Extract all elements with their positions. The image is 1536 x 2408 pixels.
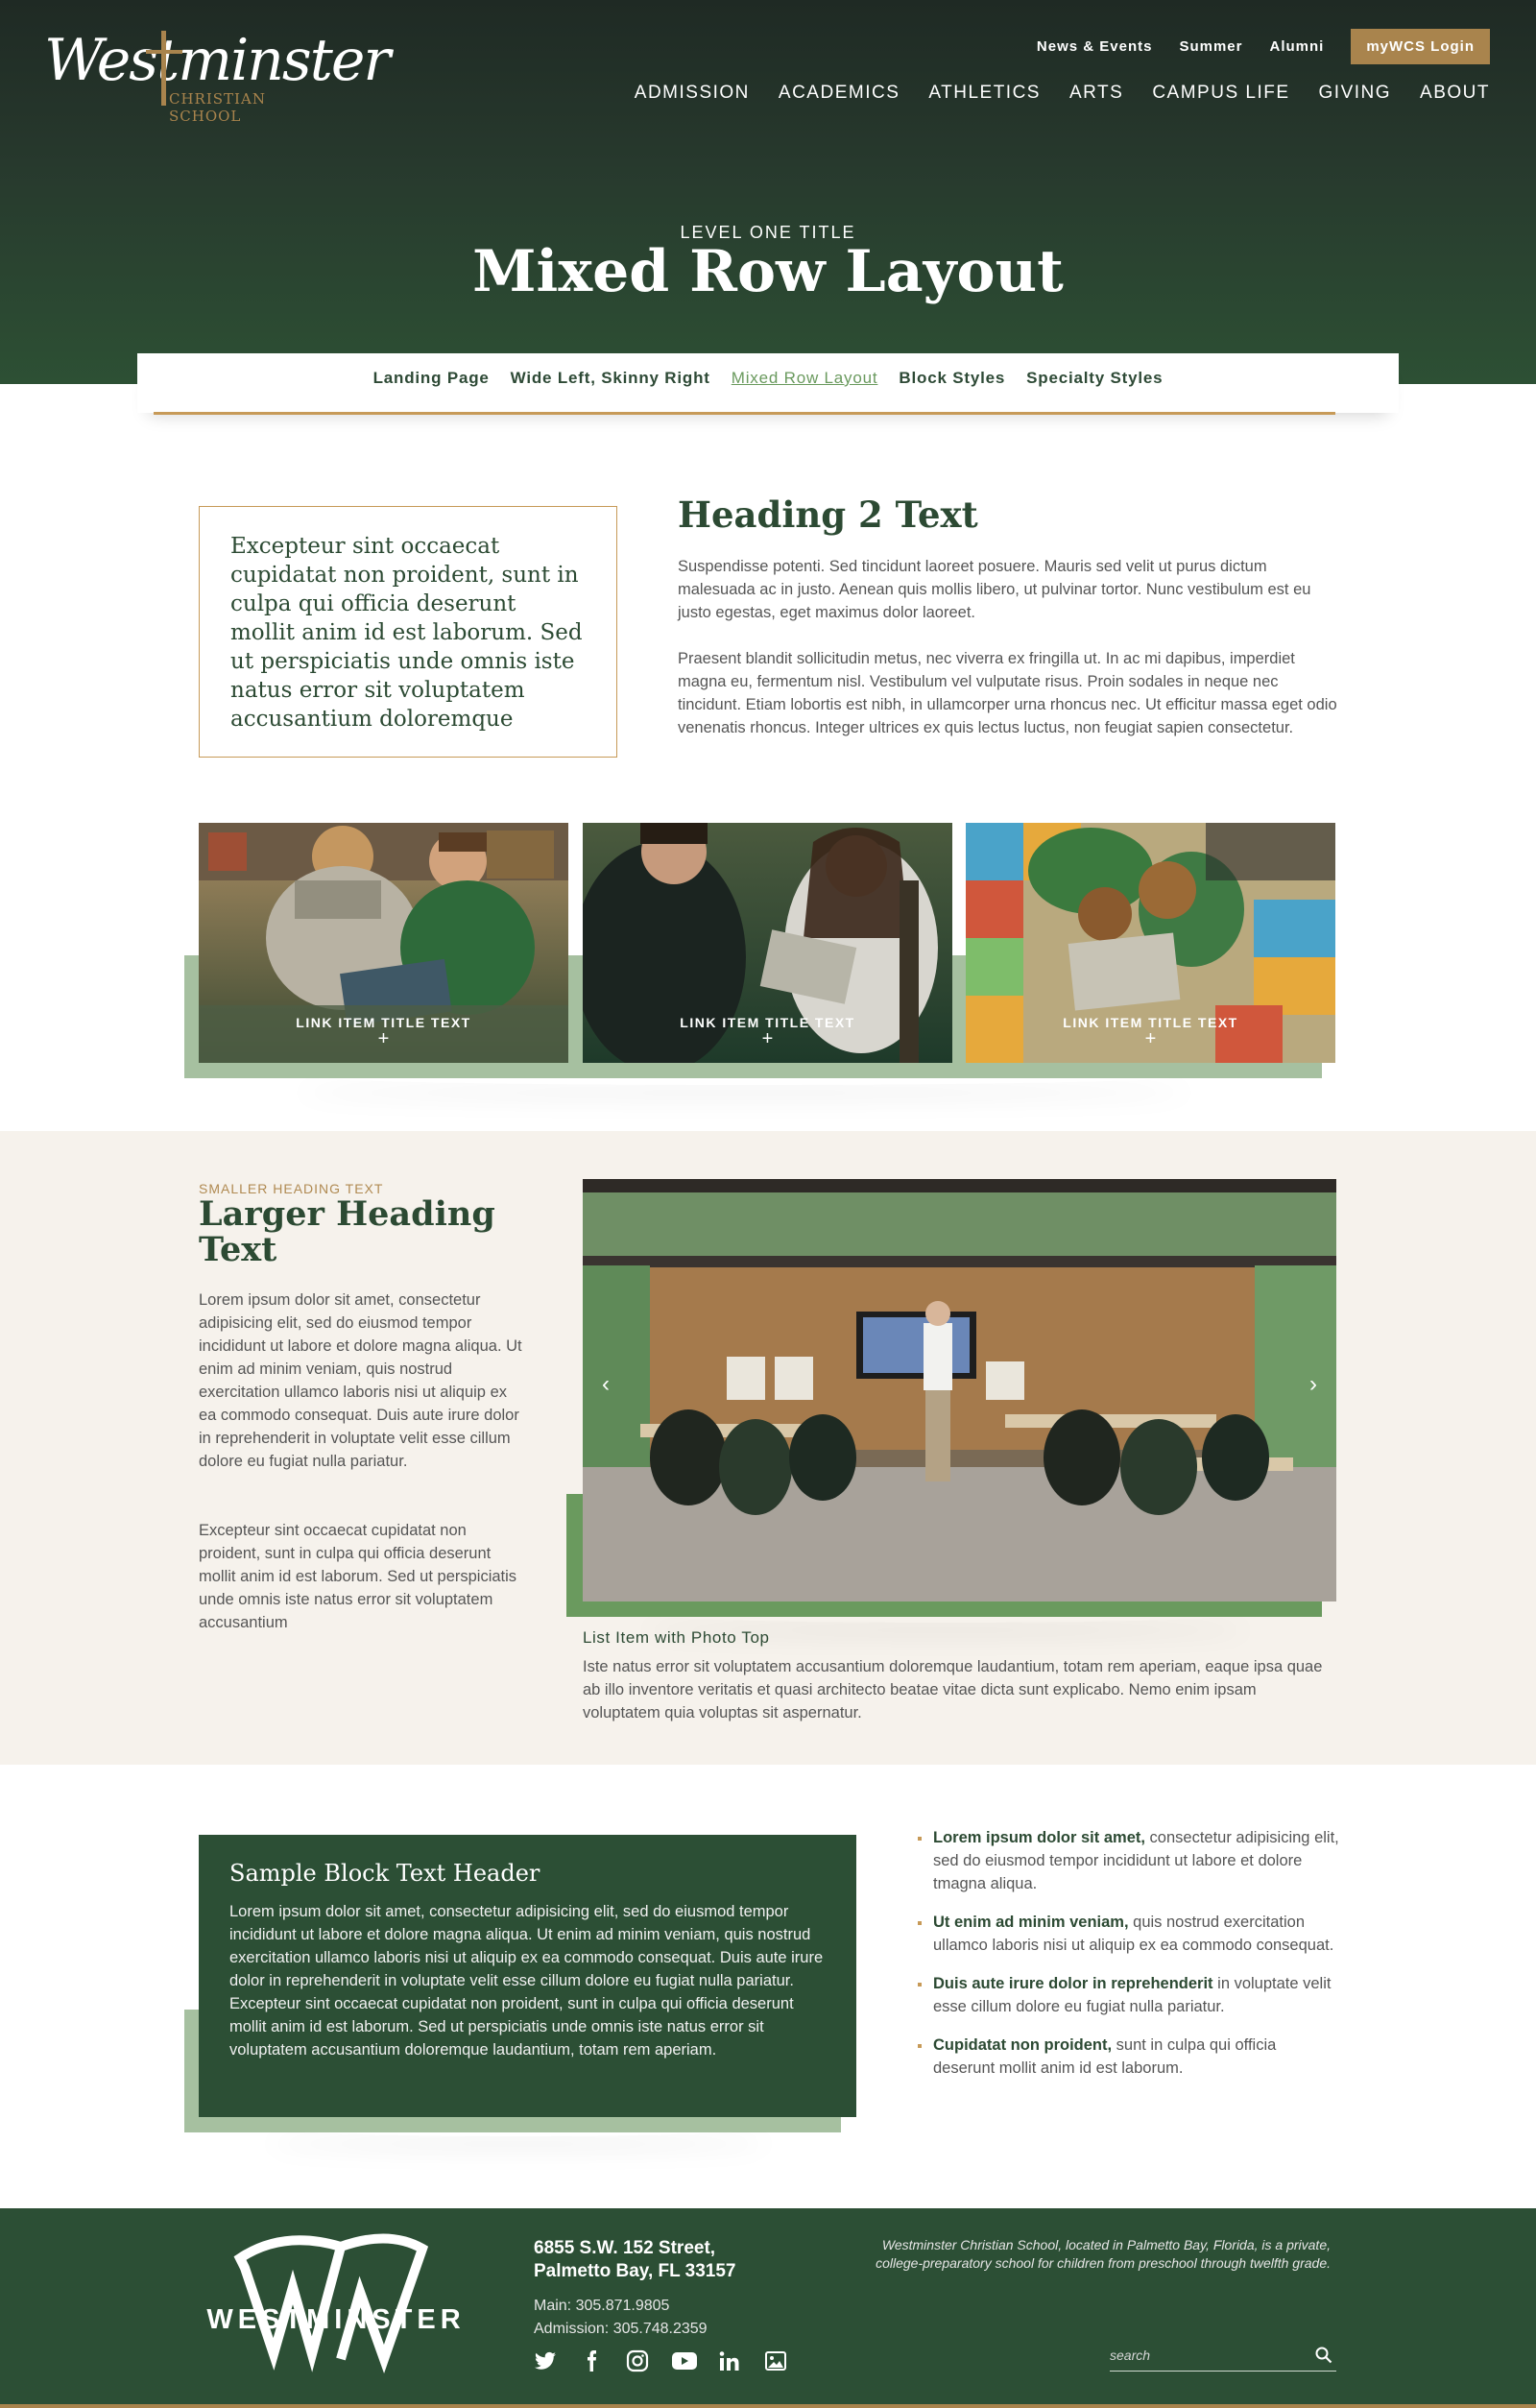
admission-phone: Admission: 305.748.2359 — [534, 2321, 708, 2337]
subnav-mixed-row-layout[interactable]: Mixed Row Layout — [732, 369, 878, 388]
footer-logo-word: WESTMINSTER — [206, 2304, 466, 2335]
main-phone: Main: 305.871.9805 — [534, 2298, 670, 2314]
bullet-list: Lorem ipsum dolor sit amet, consectetur … — [918, 1826, 1340, 2095]
classroom-photo — [583, 1179, 1336, 1601]
linkedin-icon[interactable] — [718, 2349, 741, 2372]
subnav-underline — [154, 412, 1335, 415]
card-2-plus-icon: + — [761, 1028, 774, 1049]
heading-2: Heading 2 Text — [678, 494, 978, 536]
logo-script-text: Westminster — [44, 27, 391, 94]
list-item-title: List Item with Photo Top — [583, 1628, 770, 1647]
subnav-block-styles[interactable]: Block Styles — [899, 369, 1005, 388]
classroom-photo-slider: ‹ › — [583, 1179, 1336, 1601]
footer-blurb: Westminster Christian School, located in… — [876, 2237, 1331, 2271]
search-icon[interactable] — [1315, 2347, 1332, 2369]
list-item: Duis aute irure dolor in reprehenderit i… — [918, 1972, 1340, 2018]
block-header: Sample Block Text Header — [229, 1860, 540, 1887]
youtube-icon[interactable] — [672, 2349, 697, 2372]
bullet-3-bold: Duis aute irure dolor in reprehenderit — [933, 1975, 1213, 1992]
subnav-landing-page[interactable]: Landing Page — [373, 369, 490, 388]
logo-cross-bar — [146, 50, 182, 54]
nav-admission[interactable]: ADMISSION — [635, 83, 750, 104]
footer-address: 6855 S.W. 152 Street, Palmetto Bay, FL 3… — [534, 2237, 736, 2283]
sample-text-block: Sample Block Text Header Lorem ipsum dol… — [199, 1835, 856, 2117]
search-input[interactable] — [1110, 2343, 1302, 2368]
cards-shadow — [288, 1066, 1200, 1085]
utility-nav: News & Events Summer Alumni myWCS Login — [1010, 29, 1490, 64]
nav-campus-life[interactable]: CAMPUS LIFE — [1152, 83, 1289, 104]
photo-icon[interactable] — [764, 2349, 787, 2372]
utility-link-news-events[interactable]: News & Events — [1037, 38, 1153, 55]
card-3-plus-icon: + — [1144, 1028, 1157, 1049]
card-1-plus-icon: + — [377, 1028, 390, 1049]
bullet-4-bold: Cupidatat non proident, — [933, 2036, 1113, 2054]
link-card-3[interactable]: LINK ITEM TITLE TEXT + — [966, 823, 1335, 1063]
list-item: Lorem ipsum dolor sit amet, consectetur … — [918, 1826, 1340, 1895]
address-line-2: Palmetto Bay, FL 33157 — [534, 2261, 736, 2281]
footer-search — [1110, 2343, 1336, 2372]
nav-athletics[interactable]: ATHLETICS — [928, 83, 1041, 104]
social-links — [534, 2349, 810, 2372]
list-item-description: Iste natus error sit voluptatem accusant… — [583, 1658, 1323, 1722]
bullet-2-bold: Ut enim ad minim veniam, — [933, 1914, 1129, 1931]
facebook-icon[interactable] — [580, 2349, 603, 2372]
quote-box: Excepteur sint occaecat cupidatat non pr… — [199, 506, 617, 758]
subnav-wide-left-skinny-right[interactable]: Wide Left, Skinny Right — [511, 369, 710, 388]
nav-giving[interactable]: GIVING — [1319, 83, 1392, 104]
twitter-icon[interactable] — [534, 2349, 557, 2372]
heading-2-paragraph-2: Praesent blandit sollicitudin metus, nec… — [678, 650, 1337, 736]
bullet-1-bold: Lorem ipsum dolor sit amet, — [933, 1829, 1145, 1846]
slider-prev-icon[interactable]: ‹ — [602, 1371, 610, 1398]
school-logo[interactable]: Westminster CHRISTIAN SCHOOL — [44, 27, 391, 125]
list-item: Cupidatat non proident, sunt in culpa qu… — [918, 2034, 1340, 2080]
link-card-1[interactable]: LINK ITEM TITLE TEXT + — [199, 823, 568, 1063]
band-paragraph-2: Excepteur sint occaecat cupidatat non pr… — [199, 1522, 517, 1631]
larger-heading: Larger Heading Text — [199, 1194, 495, 1269]
logo-cross-icon — [161, 31, 166, 106]
block-shadow — [259, 2117, 778, 2136]
sub-nav: Landing Page Wide Left, Skinny Right Mix… — [137, 353, 1399, 415]
utility-link-summer[interactable]: Summer — [1179, 38, 1242, 55]
band-paragraph-1: Lorem ipsum dolor sit amet, consectetur … — [199, 1291, 522, 1470]
subnav-specialty-styles[interactable]: Specialty Styles — [1026, 369, 1163, 388]
page-title: Mixed Row Layout — [472, 238, 1064, 305]
list-item: Ut enim ad minim veniam, quis nostrud ex… — [918, 1911, 1340, 1957]
address-line-1: 6855 S.W. 152 Street, — [534, 2238, 716, 2258]
footer-logo[interactable]: WESTMINSTER — [197, 2229, 475, 2378]
instagram-icon[interactable] — [626, 2349, 649, 2372]
nav-arts[interactable]: ARTS — [1069, 83, 1123, 104]
logo-subtitle: CHRISTIAN SCHOOL — [169, 90, 266, 125]
quote-text: Excepteur sint occaecat cupidatat non pr… — [230, 534, 583, 732]
nav-about[interactable]: ABOUT — [1420, 83, 1490, 104]
nav-academics[interactable]: ACADEMICS — [779, 83, 900, 104]
photo-shadow — [634, 1603, 1258, 1623]
mywcs-login-button[interactable]: myWCS Login — [1351, 29, 1490, 64]
heading-2-paragraph-1: Suspendisse potenti. Sed tincidunt laore… — [678, 558, 1311, 621]
main-nav: ADMISSION ACADEMICS ATHLETICS ARTS CAMPU… — [606, 83, 1490, 104]
utility-link-alumni[interactable]: Alumni — [1269, 38, 1324, 55]
slider-next-icon[interactable]: › — [1309, 1371, 1317, 1398]
link-card-2[interactable]: LINK ITEM TITLE TEXT + — [583, 823, 952, 1063]
block-text: Lorem ipsum dolor sit amet, consectetur … — [229, 1903, 824, 2059]
